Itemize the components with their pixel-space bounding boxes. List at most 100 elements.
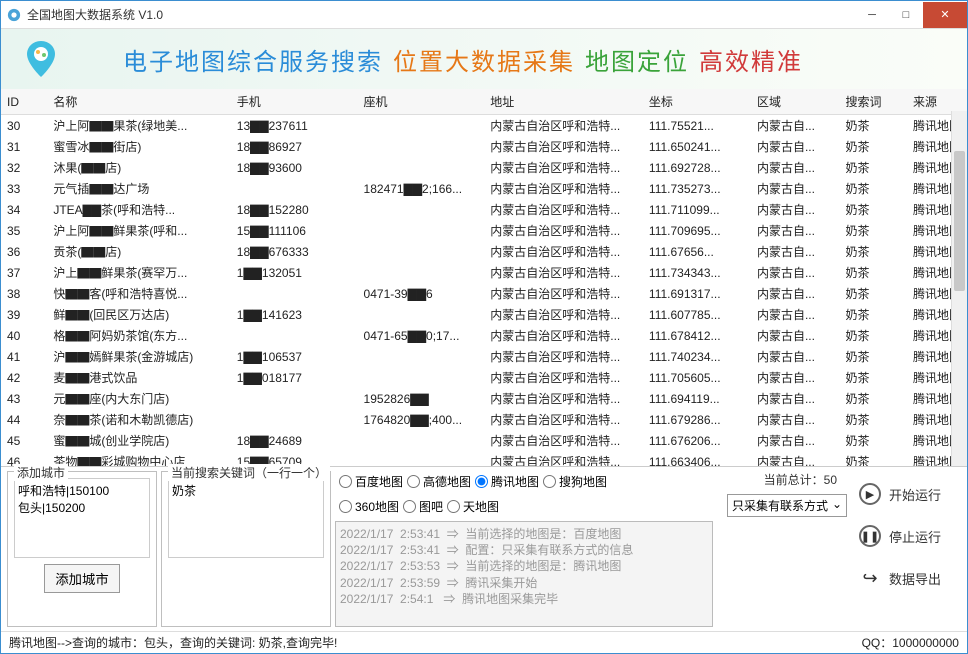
table-row[interactable]: 40格▇▇阿妈奶茶馆(东方...0471-65▇▇0;17...内蒙古自治区呼和… [1, 325, 967, 346]
start-button[interactable]: ▶ 开始运行 [855, 477, 957, 511]
cell-mobile: 13▇▇237611 [231, 115, 358, 137]
keyword-textarea[interactable] [168, 478, 324, 558]
radio-input[interactable] [339, 475, 352, 488]
map-radio-百度地图[interactable]: 百度地图 [339, 473, 403, 490]
stop-button[interactable]: ❚❚ 停止运行 [855, 519, 957, 553]
radio-input[interactable] [403, 500, 416, 513]
status-bar: 腾讯地图-->查询的城市：包头，查询的关键词: 奶茶,查询完毕! QQ：1000… [1, 631, 967, 653]
cell-id: 45 [1, 430, 47, 451]
cell-phone [358, 136, 485, 157]
cell-addr: 内蒙古自治区呼和浩特... [484, 199, 643, 220]
table-row[interactable]: 31蜜雪冰▇▇街店)18▇▇86927内蒙古自治区呼和浩特...111.6502… [1, 136, 967, 157]
cell-phone [358, 367, 485, 388]
collect-mode-select[interactable]: 只采集有联系方式 ⌄ [727, 494, 847, 517]
map-radio-天地图[interactable]: 天地图 [447, 498, 499, 515]
cell-kw: 奶茶 [839, 136, 907, 157]
table-row[interactable]: 38快▇▇客(呼和浩特喜悦...0471-39▇▇6内蒙古自治区呼和浩特...1… [1, 283, 967, 304]
scrollbar-thumb[interactable] [954, 151, 965, 291]
status-qq: QQ：1000000000 [862, 634, 959, 651]
cell-id: 40 [1, 325, 47, 346]
table-row[interactable]: 46茶物▇▇彩城购物中心店15▇▇65709内蒙古自治区呼和浩特...111.6… [1, 451, 967, 467]
cell-phone [358, 241, 485, 262]
table-row[interactable]: 45蜜▇▇城(创业学院店)18▇▇24689内蒙古自治区呼和浩特...111.6… [1, 430, 967, 451]
close-button[interactable]: ✕ [923, 2, 967, 28]
cell-mobile [231, 388, 358, 409]
cell-mobile [231, 409, 358, 430]
table-row[interactable]: 33元气插▇▇达广场182471▇▇2;166...内蒙古自治区呼和浩特...1… [1, 178, 967, 199]
titlebar: 全国地图大数据系统 V1.0 ─ □ ✕ [1, 1, 967, 29]
logo-icon [19, 37, 63, 81]
table-row[interactable]: 35沪上阿▇▇鲜果茶(呼和...15▇▇111106内蒙古自治区呼和浩特...1… [1, 220, 967, 241]
play-icon: ▶ [859, 483, 881, 505]
map-radio-高德地图[interactable]: 高德地图 [407, 473, 471, 490]
app-icon [7, 8, 21, 22]
map-radio-腾讯地图[interactable]: 腾讯地图 [475, 473, 539, 490]
maximize-button[interactable]: □ [889, 2, 923, 28]
map-radio-360地图[interactable]: 360地图 [339, 498, 399, 515]
radio-input[interactable] [407, 475, 420, 488]
cell-area: 内蒙古自... [751, 178, 840, 199]
cell-addr: 内蒙古自治区呼和浩特... [484, 409, 643, 430]
keyword-panel-title: 当前搜索关键词（一行一个） [168, 464, 330, 481]
table-row[interactable]: 32沐果(▇▇店)18▇▇93600内蒙古自治区呼和浩特...111.69272… [1, 157, 967, 178]
col-coord[interactable]: 坐标 [643, 89, 751, 115]
cell-kw: 奶茶 [839, 220, 907, 241]
cell-addr: 内蒙古自治区呼和浩特... [484, 115, 643, 137]
cell-addr: 内蒙古自治区呼和浩特... [484, 388, 643, 409]
col-phone[interactable]: 座机 [358, 89, 485, 115]
col-mobile[interactable]: 手机 [231, 89, 358, 115]
radio-input[interactable] [475, 475, 488, 488]
cell-area: 内蒙古自... [751, 367, 840, 388]
radio-label: 360地图 [355, 498, 399, 515]
export-button[interactable]: ↪ 数据导出 [855, 561, 957, 595]
col-id[interactable]: ID [1, 89, 47, 115]
cell-phone [358, 199, 485, 220]
add-city-button[interactable]: 添加城市 [44, 564, 119, 593]
cell-mobile [231, 325, 358, 346]
results-table: ID 名称 手机 座机 地址 坐标 区域 搜索词 来源 30沪上阿▇▇果茶(绿地… [1, 89, 967, 467]
table-row[interactable]: 37沪上▇▇鲜果茶(赛罕万...1▇▇132051内蒙古自治区呼和浩特...11… [1, 262, 967, 283]
cell-mobile: 1▇▇141623 [231, 304, 358, 325]
city-textarea[interactable] [14, 478, 150, 558]
start-label: 开始运行 [889, 485, 941, 504]
col-keyword[interactable]: 搜索词 [839, 89, 907, 115]
cell-name: 沪上▇▇鲜果茶(赛罕万... [47, 262, 230, 283]
minimize-button[interactable]: ─ [855, 2, 889, 28]
cell-coord: 111.663406... [643, 451, 751, 467]
cell-phone [358, 346, 485, 367]
col-name[interactable]: 名称 [47, 89, 230, 115]
table-row[interactable]: 36贡茶(▇▇店)18▇▇676333内蒙古自治区呼和浩特...111.6765… [1, 241, 967, 262]
col-area[interactable]: 区域 [751, 89, 840, 115]
cell-mobile: 18▇▇86927 [231, 136, 358, 157]
map-radio-图吧[interactable]: 图吧 [403, 498, 443, 515]
cell-addr: 内蒙古自治区呼和浩特... [484, 325, 643, 346]
collect-mode-value: 只采集有联系方式 [732, 497, 828, 514]
city-panel: 添加城市 添加城市 [7, 471, 157, 627]
col-address[interactable]: 地址 [484, 89, 643, 115]
table-row[interactable]: 41沪▇▇嫣鲜果茶(金游城店)1▇▇106537内蒙古自治区呼和浩特...111… [1, 346, 967, 367]
table-row[interactable]: 34JTEA▇▇茶(呼和浩特...18▇▇152280内蒙古自治区呼和浩特...… [1, 199, 967, 220]
cell-kw: 奶茶 [839, 199, 907, 220]
table-row[interactable]: 43元▇▇座(内大东门店)1952826▇▇内蒙古自治区呼和浩特...111.6… [1, 388, 967, 409]
radio-input[interactable] [543, 475, 556, 488]
cell-id: 44 [1, 409, 47, 430]
table-row[interactable]: 42麦▇▇港式饮品1▇▇018177内蒙古自治区呼和浩特...111.70560… [1, 367, 967, 388]
table-row[interactable]: 39鲜▇▇(回民区万达店)1▇▇141623内蒙古自治区呼和浩特...111.6… [1, 304, 967, 325]
cell-coord: 111.734343... [643, 262, 751, 283]
radio-label: 高德地图 [423, 473, 471, 490]
cell-id: 41 [1, 346, 47, 367]
cell-coord: 111.735273... [643, 178, 751, 199]
radio-input[interactable] [339, 500, 352, 513]
cell-coord: 111.650241... [643, 136, 751, 157]
table-row[interactable]: 30沪上阿▇▇果茶(绿地美...13▇▇237611内蒙古自治区呼和浩特...1… [1, 115, 967, 137]
table-row[interactable]: 44奈▇▇茶(诺和木勒凯德店)1764820▇▇;400...内蒙古自治区呼和浩… [1, 409, 967, 430]
map-radio-row-1: 百度地图 高德地图腾讯地图搜狗地图 [335, 471, 713, 492]
cell-coord: 111.67656... [643, 241, 751, 262]
vertical-scrollbar[interactable] [951, 111, 967, 466]
map-radio-搜狗地图[interactable]: 搜狗地图 [543, 473, 607, 490]
cell-addr: 内蒙古自治区呼和浩特... [484, 430, 643, 451]
radio-input[interactable] [447, 500, 460, 513]
cell-id: 35 [1, 220, 47, 241]
cell-addr: 内蒙古自治区呼和浩特... [484, 136, 643, 157]
cell-area: 内蒙古自... [751, 262, 840, 283]
